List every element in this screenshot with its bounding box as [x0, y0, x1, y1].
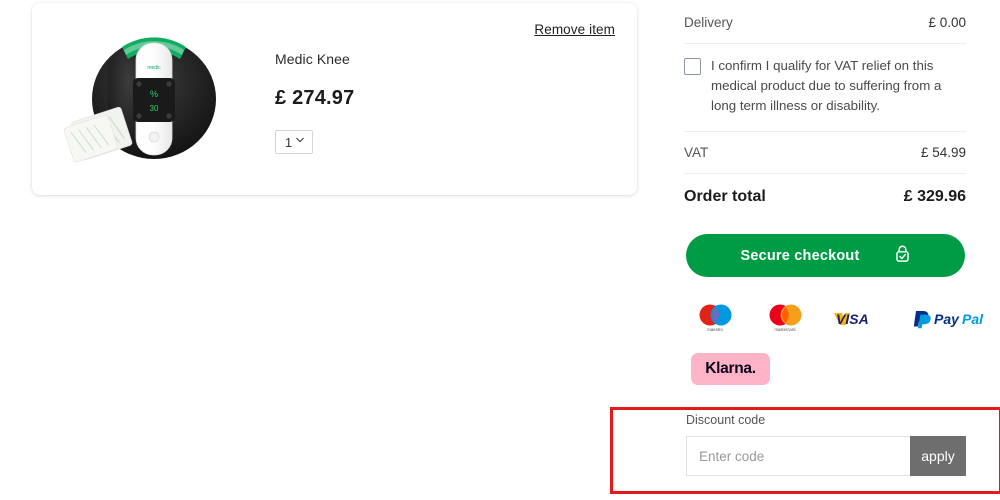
svg-text:medic: medic — [147, 65, 161, 71]
vat-row: VAT £ 54.99 — [684, 132, 966, 173]
product-info: Medic Knee £ 274.97 1 — [275, 51, 354, 154]
mastercard-icon: mastercard — [762, 303, 808, 333]
vat-value: £ 54.99 — [920, 144, 966, 160]
secure-checkout-button[interactable]: Secure checkout — [686, 234, 965, 277]
paypal-icon: Pay Pal — [910, 308, 990, 329]
knee-device-product-image: medic % 30 — [62, 33, 250, 168]
vat-relief-label: I confirm I qualify for VAT relief on th… — [711, 58, 942, 114]
payment-methods: maestro mastercard VISA Pay Pal — [692, 303, 990, 333]
klarna-wordmark: Klarna. — [705, 360, 756, 377]
paypal-wordmark-pal: Pal — [962, 311, 984, 327]
maestro-icon: maestro — [692, 303, 738, 333]
secure-checkout-label: Secure checkout — [740, 247, 860, 264]
maestro-wordmark: maestro — [707, 327, 723, 332]
visa-icon: VISA — [832, 308, 886, 328]
product-price: £ 274.97 — [275, 87, 355, 109]
vat-relief-checkbox[interactable] — [684, 58, 701, 75]
svg-text:30: 30 — [150, 104, 159, 113]
discount-code-input[interactable] — [686, 436, 910, 476]
discount-code-label: Discount code — [686, 413, 766, 427]
svg-text:%: % — [150, 89, 158, 99]
lock-check-icon — [894, 244, 911, 267]
delivery-label: Delivery — [684, 15, 733, 30]
chevron-down-icon — [296, 137, 304, 144]
cart-item-card: Remove item medic % 30 Medic Knee £ 274.… — [32, 3, 637, 195]
checkout-page: Remove item medic % 30 Medic Knee £ 274.… — [0, 0, 1000, 500]
klarna-badge: Klarna. — [691, 353, 770, 385]
remove-item-link[interactable]: Remove item — [534, 22, 615, 37]
product-title: Medic Knee — [275, 51, 350, 67]
discount-section: Discount code apply — [686, 413, 966, 476]
order-total-row: Order total £ 329.96 — [684, 174, 966, 206]
mastercard-wordmark: mastercard — [775, 327, 797, 332]
delivery-row: Delivery £ 0.00 — [684, 0, 966, 43]
order-summary: Delivery £ 0.00 I confirm I qualify for … — [684, 0, 966, 206]
discount-field: apply — [686, 436, 966, 476]
quantity-select[interactable]: 1 — [275, 130, 313, 154]
delivery-value: £ 0.00 — [928, 15, 966, 30]
apply-discount-button[interactable]: apply — [910, 436, 966, 476]
paypal-wordmark-pay: Pay — [934, 311, 960, 327]
visa-wordmark: VISA — [836, 311, 869, 327]
vat-relief-confirm[interactable]: I confirm I qualify for VAT relief on th… — [684, 44, 966, 131]
quantity-value: 1 — [284, 134, 293, 150]
vat-label: VAT — [684, 144, 709, 160]
order-total-label: Order total — [684, 187, 766, 205]
order-total-value: £ 329.96 — [903, 187, 966, 205]
